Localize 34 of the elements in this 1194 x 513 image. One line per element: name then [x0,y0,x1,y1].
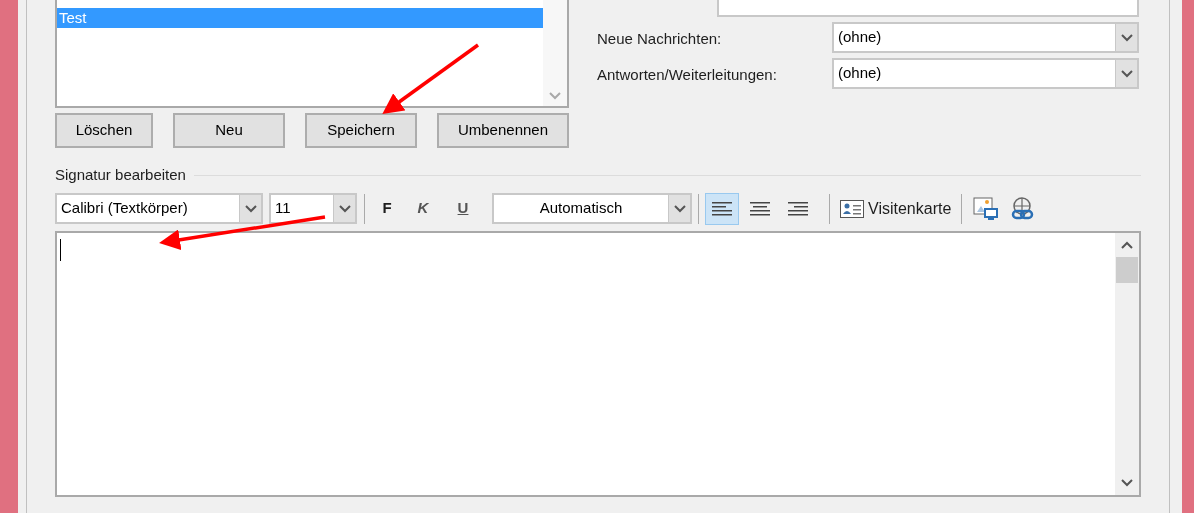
bold-button[interactable]: F [372,193,402,224]
action-button[interactable]: Löschen [55,113,153,148]
text-cursor [60,238,61,261]
align-button[interactable] [705,192,739,225]
contact-card-icon [840,199,864,218]
align-center-icon [750,201,770,216]
align-right-icon [788,201,808,216]
field-label: Antworten/Weiterleitungen: [597,65,778,85]
italic-button[interactable]: K [408,193,438,224]
dropdown-field[interactable] [717,0,1139,17]
chevron-down-icon [1120,69,1133,78]
action-button[interactable]: Umbenennen [437,113,569,148]
signature-dropdown[interactable]: (ohne) [832,22,1139,53]
chevron-down-icon [549,92,561,100]
chevron-down-icon [1120,33,1133,42]
underline-button[interactable]: U [448,193,478,224]
field-label: Neue Nachrichten: [597,29,723,49]
chevron-down-icon [1121,478,1133,487]
scrollbar[interactable] [1115,232,1139,495]
action-button[interactable]: Neu [173,113,285,148]
font-size-dropdown[interactable]: 11 [269,193,357,224]
chevron-down-icon [244,204,257,213]
chevron-down-icon [673,204,686,213]
align-left-icon [712,201,732,216]
font-dropdown[interactable]: Calibri (Textkörper) [55,193,263,224]
signature-dropdown[interactable]: (ohne) [832,58,1139,89]
section-title: Signatur bearbeiten [55,165,186,185]
business-card-button[interactable]: Visitenkarte [840,193,952,224]
scrollbar-thumb[interactable] [1116,256,1138,283]
chevron-down-icon [338,204,351,213]
color-dropdown[interactable]: Automatisch [492,193,692,224]
chevron-up-icon [1121,240,1133,249]
action-button[interactable]: Speichern [305,113,417,148]
picture-icon [973,195,1000,222]
